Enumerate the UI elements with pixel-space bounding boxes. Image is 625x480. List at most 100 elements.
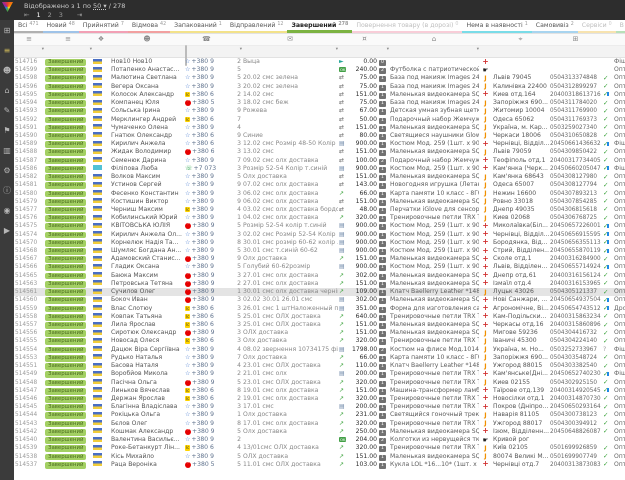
page-button[interactable]: 2 [48, 11, 52, 19]
app-logo[interactable] [2, 2, 13, 12]
table-row[interactable]: 514555 Завершений Новосад Олеся lc+380 6… [14, 337, 625, 345]
table-row[interactable]: 514574 Завершений Кирилич Анжела Ол... ☆… [14, 231, 625, 239]
sidebar-integrations-icon[interactable]: ◉ [4, 206, 11, 215]
phone-number: +380 9 [191, 370, 214, 377]
sidebar-products-icon[interactable]: ✎ [4, 106, 11, 115]
phone-column-icon[interactable]: ☎ [184, 34, 229, 45]
page-button[interactable]: 3 [59, 11, 63, 19]
sidebar-orders-icon[interactable]: ≡ [4, 46, 11, 55]
status-tab-Всі[interactable]: Всі 471 [14, 20, 43, 33]
comment: Олх доставка [242, 354, 338, 362]
table-row[interactable]: 514577 Завершений Черниш Максим lc+380 9… [14, 206, 625, 214]
first-page-button[interactable]: ⇤ [24, 11, 29, 19]
status-tab-Прийнятий[interactable]: Прийнятий 7 [79, 20, 128, 33]
table-row[interactable]: 514545 Завершений Благінна Владіслава ☆+… [14, 403, 625, 411]
per-page-dropdown[interactable]: 50 ▾ [93, 2, 107, 10]
product-column-icon[interactable]: ⌂ [389, 34, 479, 45]
sidebar-settings-icon[interactable]: ⚙ [3, 166, 10, 175]
status-tab-Повернення товару (в дорозі)[interactable]: Повернення товару (в дорозі) 0 [352, 20, 462, 33]
table-row[interactable]: 514538 Завершений Кісь Михайло ☆+380 9 5… [14, 453, 625, 461]
table-row[interactable]: 514543 Завершений Бєлов Олег ☆+380 9 8 1… [14, 420, 625, 428]
tracking-number: 0501699926859 [549, 444, 602, 452]
table-row[interactable]: 514586 Завершений Філіпова Люба ☏+7 073 … [14, 165, 625, 173]
status-column-icon[interactable]: ≡ [44, 34, 92, 45]
table-row[interactable]: 514565 Завершений Баюка Максим ’+380 9 3… [14, 272, 625, 280]
table-row[interactable]: 514594 Завершений Компанец Юля ’+380 5 3… [14, 99, 625, 107]
sidebar-video-icon[interactable]: ▶ [4, 226, 10, 235]
table-row[interactable]: 514590 Завершений Гнатюк Олександр ☆+380… [14, 132, 625, 140]
tab-label: Повернення товару (в дорозі) [356, 22, 453, 29]
sidebar-clients-icon[interactable]: ☻ [3, 66, 11, 75]
status-tab-Відправлений[interactable]: Відправлений 12 [226, 20, 288, 33]
status-tab-Новий[interactable]: Новий 48 [43, 20, 79, 33]
table-row[interactable]: 514568 Завершений Шумляс Богдана Ан... ☆… [14, 247, 625, 255]
table-row[interactable]: 514567 Завершений Адамовский Станис... ’… [14, 255, 625, 263]
table-row[interactable]: 514591 Завершений Чумаченко Олена ☆+380 … [14, 124, 625, 132]
table-row[interactable]: 514566 Завершений Гладик Оксана ☆+380 9 … [14, 263, 625, 271]
status-tab-Нема в наявності[interactable]: Нема в наявності 1 [462, 20, 531, 33]
sidebar-info-icon[interactable]: ⓘ [3, 186, 11, 195]
table-row[interactable]: 514563 Завершений Петровська Тетяна ’+38… [14, 280, 625, 288]
table-row[interactable]: 514576 Завершений Кобилинський Юрий ☆+38… [14, 214, 625, 222]
table-row[interactable]: 514553 Завершений Рудько Наталья ☆+380 9… [14, 354, 625, 362]
table-row[interactable]: 514540 Завершений Валентина Васильє... ☆… [14, 436, 625, 444]
table-row[interactable]: 514549 Завершений Воробйов Микола ☆+380 … [14, 370, 625, 378]
page-button[interactable]: 1 [36, 11, 40, 19]
order-id: 514538 [14, 453, 44, 461]
table-row[interactable]: 514559 Завершений Влас Слотюу lc+380 6 3… [14, 305, 625, 313]
status-tab-Самовивіз[interactable]: Самовивіз 2 [532, 20, 578, 33]
table-row[interactable]: 514581 Завершений Устинов Сергей ☆+380 9… [14, 181, 625, 189]
status-tab-Відмова[interactable]: Відмова 42 [128, 20, 170, 33]
status-tab-Запакований[interactable]: Запакований 1 [170, 20, 226, 33]
table-row[interactable]: 514598 Завершений Малютина Светлана ☆+38… [14, 74, 625, 82]
tracking-column-icon[interactable]: ⊞ [549, 34, 602, 45]
city-column-icon[interactable]: ⌖ [492, 34, 549, 45]
table-row[interactable]: 514560 Завершений Бокоч Иван ’+380 9 3 0… [14, 296, 625, 304]
money-column-icon[interactable]: ¤ [351, 34, 378, 45]
last-page-button[interactable]: ⇥ [77, 11, 82, 19]
table-row[interactable]: 514546 Завершений Держан Ярослав lc+380 … [14, 395, 625, 403]
table-row[interactable]: 514570 Завершений Корнелюк Надія Та... ☆… [14, 239, 625, 247]
delivery-city: Кам-Подільски... [492, 313, 549, 321]
carrier-icon: + [480, 304, 491, 312]
status-tab-Сервіси[interactable]: Сервіси 0 [578, 20, 616, 33]
comment: 12.02 смс Розмір 48-50 Колір ... [242, 140, 338, 148]
source-column-icon[interactable]: ❖ [92, 34, 110, 45]
sidebar-campaigns-icon[interactable]: ⚑ [3, 126, 10, 135]
table-row[interactable]: 514599 Завершений Потапенко Анастас... ☆… [14, 66, 625, 74]
table-row[interactable]: 514575 Завершений КВІТОВСЬКА ЮЛІЯ ’+380 … [14, 222, 625, 230]
order-id-column-icon[interactable]: ≡ [14, 34, 44, 45]
table-row[interactable]: 514589 Завершений Кирилич Анжела ☆+380 6… [14, 140, 625, 148]
table-row[interactable]: 514551 Завершений Басова Наталя ☆+380 9 … [14, 362, 625, 370]
table-row[interactable]: 514548 Завершений Пасічна Ольга ’+380 9 … [14, 379, 625, 387]
table-row[interactable]: 514544 Завершений Рокіцька Ольга ☆+380 9… [14, 411, 625, 419]
comment: 02.02 смс Розмір 52-54 Колір ... [242, 231, 338, 239]
table-row[interactable]: 514580 Завершений Фесенко Константин ☆+3… [14, 190, 625, 198]
table-row[interactable]: 514593 Завершений Сольська Ірина ☆+380 9… [14, 107, 625, 115]
table-row[interactable]: 514561 Завершений Сучилов Олег ’+380 9 1… [14, 288, 625, 296]
status-tab-Завершений[interactable]: Завершений 278 [287, 20, 352, 33]
country-flag-icon [93, 404, 102, 409]
table-row[interactable]: 514587 Завершений Семенюк Дарина ☆+380 9… [14, 157, 625, 165]
table-row[interactable]: 514582 Завершений Волков Максим ☆+380 9 … [14, 173, 625, 181]
comment-column-icon[interactable]: ✉ [242, 34, 338, 45]
table-row[interactable]: 514557 Завершений Лила Ярослав lc+380 6 … [14, 321, 625, 329]
table-row[interactable]: 514588 Завершений Жидак Володимир ’+380 … [14, 148, 625, 156]
table-row[interactable]: 514592 Завершений Мерклингер Андрей lc+3… [14, 116, 625, 124]
table-row[interactable]: 514558 Завершений Ковпак Татьяна lc+380 … [14, 313, 625, 321]
client-column-icon[interactable]: ☻ [110, 34, 184, 45]
table-row[interactable]: 514596 Завершений Вегера Оксана ☆+380 9 … [14, 83, 625, 91]
table-row[interactable]: 514556 Завершений Сиротюк Олександр ’+38… [14, 329, 625, 337]
table-row[interactable]: 514579 Завершений Костишин Виктор ☆+380 … [14, 198, 625, 206]
sidebar-company-icon[interactable]: ⌂ [4, 86, 9, 95]
table-row[interactable]: 514716 Завершений Нов10 Нов10 ☆+380 9 2 … [14, 58, 625, 66]
table-row[interactable]: 514537 Завершений Раца Вероніка ’+380 5 … [14, 461, 625, 469]
status-tab-В дорозі додому[interactable]: В дорозі додому 0 [616, 20, 625, 33]
sidebar-dashboard-icon[interactable]: ⊞ [4, 26, 11, 35]
table-row[interactable]: 514547 Завершений Линьков Вячеслав lc+38… [14, 387, 625, 395]
table-row[interactable]: 514554 Завершений Дацюк Віра Сергіївна ☆… [14, 346, 625, 354]
sidebar-statistics-icon[interactable]: ▥ [3, 146, 11, 155]
table-row[interactable]: 514595 Завершений Колосок Александр lc+3… [14, 91, 625, 99]
table-row[interactable]: 514539 Завершений Роке-Бетанкурт Лін... … [14, 444, 625, 452]
table-row[interactable]: 514542 Завершений Кошмак Александр ’+380… [14, 428, 625, 436]
